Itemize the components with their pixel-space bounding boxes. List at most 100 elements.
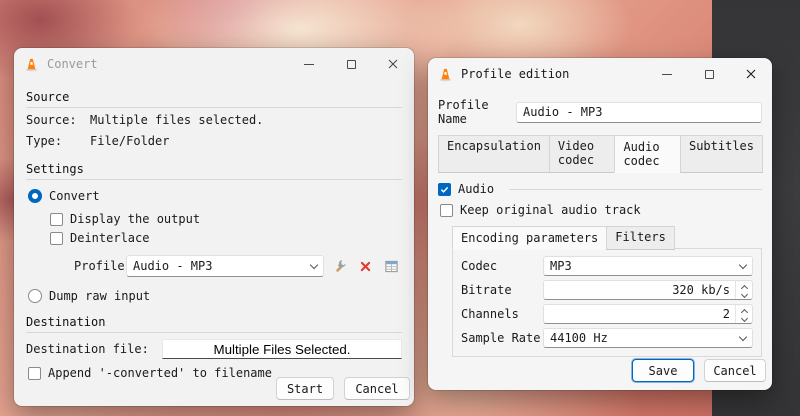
- chevron-down-icon: [740, 290, 748, 298]
- bitrate-label: Bitrate: [461, 283, 512, 297]
- checkbox-checked-icon: [438, 182, 451, 196]
- codec-row: Codec MP3: [461, 256, 753, 276]
- minimize-icon: [304, 63, 314, 65]
- chevron-down-icon: [738, 260, 748, 269]
- profile-row: Profile Audio - MP3: [74, 255, 402, 277]
- profile-window-title: Profile edition: [461, 67, 570, 81]
- save-button[interactable]: Save: [632, 359, 694, 382]
- maximize-icon: [704, 69, 714, 79]
- spinner-arrows[interactable]: [735, 305, 752, 323]
- destination-file-label: Destination file:: [26, 342, 149, 356]
- group-divider: [509, 188, 762, 190]
- channels-value: 2: [722, 307, 730, 321]
- destination-file-input[interactable]: [162, 339, 402, 359]
- profile-select-value: Audio - MP3: [133, 259, 213, 273]
- bitrate-value: 320 kb/s: [672, 283, 730, 297]
- tab-encapsulation[interactable]: Encapsulation: [438, 135, 550, 173]
- profile-list-icon: [384, 260, 398, 272]
- convert-radio[interactable]: Convert: [28, 189, 402, 203]
- tab-subtitles[interactable]: Subtitles: [679, 135, 764, 173]
- minimize-icon: [662, 73, 672, 75]
- type-row: Type: File/Folder: [26, 133, 402, 150]
- codec-label: Codec: [461, 259, 498, 273]
- sample-rate-row: Sample Rate 44100 Hz: [461, 328, 753, 348]
- bitrate-row: Bitrate 320 kb/s: [461, 280, 753, 300]
- spinner-arrows[interactable]: [735, 281, 752, 299]
- encoding-subtabbar: Encoding parameters Filters: [452, 226, 762, 250]
- chevron-down-icon: [738, 332, 748, 341]
- audio-enable-label: Audio: [458, 182, 495, 196]
- subtab-encoding-parameters[interactable]: Encoding parameters: [452, 226, 608, 250]
- checkbox-unchecked-icon: [50, 212, 63, 226]
- codec-select[interactable]: MP3: [543, 256, 753, 276]
- chevron-down-icon: [740, 314, 748, 322]
- source-section-header: Source: [26, 90, 402, 108]
- codec-tabbar: Encapsulation Video codec Audio codec Su…: [438, 135, 764, 173]
- channels-row: Channels 2: [461, 304, 753, 324]
- profile-edition-window: Profile edition Profile Name Encapsulati…: [428, 58, 772, 390]
- source-value: Multiple files selected.: [90, 113, 264, 127]
- audio-enable-checkbox[interactable]: Audio: [438, 182, 762, 196]
- convert-window: Convert Source Source: Multiple files se…: [14, 48, 414, 406]
- bitrate-spinner[interactable]: 320 kb/s: [543, 280, 753, 300]
- profile-label: Profile: [74, 259, 125, 273]
- red-x-icon: [360, 261, 370, 271]
- deinterlace-checkbox[interactable]: Deinterlace: [50, 231, 402, 245]
- edit-profile-button[interactable]: [328, 255, 350, 277]
- close-icon: [746, 69, 756, 79]
- tab-audio-codec[interactable]: Audio codec: [614, 135, 681, 173]
- sample-rate-label: Sample Rate: [461, 331, 541, 345]
- maximize-icon: [346, 59, 356, 69]
- type-label: Type:: [26, 134, 63, 148]
- vlc-cone-icon: [438, 67, 453, 82]
- radio-selected-icon: [28, 189, 42, 203]
- cancel-button[interactable]: Cancel: [344, 377, 410, 400]
- profile-titlebar[interactable]: Profile edition: [428, 58, 772, 90]
- maximize-button[interactable]: [330, 48, 372, 80]
- codec-select-value: MP3: [550, 259, 572, 273]
- radio-unselected-icon: [28, 289, 42, 303]
- minimize-button[interactable]: [646, 58, 688, 90]
- sample-rate-select[interactable]: 44100 Hz: [543, 328, 753, 348]
- checkbox-unchecked-icon: [28, 366, 41, 380]
- type-value: File/Folder: [90, 134, 170, 148]
- checkbox-unchecked-icon: [440, 203, 453, 217]
- dump-raw-input-label: Dump raw input: [49, 289, 151, 303]
- cancel-button[interactable]: Cancel: [704, 359, 766, 382]
- destination-section-header: Destination: [26, 315, 402, 333]
- maximize-button[interactable]: [688, 58, 730, 90]
- tab-video-codec[interactable]: Video codec: [548, 135, 616, 173]
- profile-select[interactable]: Audio - MP3: [126, 255, 324, 277]
- profile-name-input[interactable]: [516, 101, 762, 123]
- new-profile-button[interactable]: [380, 255, 402, 277]
- profile-name-row: Profile Name: [438, 98, 762, 126]
- keep-original-checkbox[interactable]: Keep original audio track: [440, 203, 762, 217]
- settings-section-header: Settings: [26, 162, 402, 180]
- close-button[interactable]: [372, 48, 414, 80]
- vlc-cone-icon: [24, 57, 39, 72]
- display-output-checkbox[interactable]: Display the output: [50, 212, 402, 226]
- convert-titlebar[interactable]: Convert: [14, 48, 414, 80]
- encoding-parameters-panel: Codec MP3 Bitrate 320 kb/s Channels 2 Sa…: [452, 248, 762, 357]
- delete-profile-button[interactable]: [354, 255, 376, 277]
- sample-rate-value: 44100 Hz: [550, 331, 608, 345]
- keep-original-label: Keep original audio track: [460, 203, 641, 217]
- append-converted-label: Append '-converted' to filename: [48, 366, 272, 380]
- subtab-filters[interactable]: Filters: [606, 226, 675, 250]
- dump-raw-input-radio[interactable]: Dump raw input: [28, 289, 402, 303]
- source-row: Source: Multiple files selected.: [26, 112, 402, 129]
- close-button[interactable]: [730, 58, 772, 90]
- source-label: Source:: [26, 113, 77, 127]
- wrench-icon: [335, 259, 346, 272]
- profile-name-label: Profile Name: [438, 98, 489, 126]
- convert-radio-label: Convert: [49, 189, 100, 203]
- checkbox-unchecked-icon: [50, 231, 63, 245]
- convert-window-title: Convert: [47, 57, 98, 71]
- start-button[interactable]: Start: [276, 377, 334, 400]
- minimize-button[interactable]: [288, 48, 330, 80]
- destination-file-row: Destination file:: [26, 339, 402, 359]
- chevron-down-icon: [309, 260, 319, 269]
- close-icon: [388, 59, 398, 69]
- display-output-label: Display the output: [70, 212, 201, 226]
- channels-spinner[interactable]: 2: [543, 304, 753, 324]
